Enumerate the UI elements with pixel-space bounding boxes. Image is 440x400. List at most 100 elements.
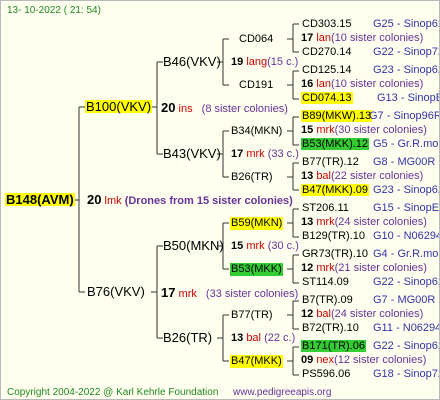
ancestor-row: ST206.11 G15 - SinopEgg86R	[301, 202, 439, 215]
drone-note: (24 sister colonies)	[331, 308, 424, 320]
grandparent-label[interactable]: B53(MKK).12	[301, 138, 370, 150]
root-queen-label[interactable]: B148(AVM)	[5, 193, 75, 206]
grandparent-code: G25 - Sinop62R	[373, 18, 439, 30]
pedigree-panel: { "header": {"date": "13- 10-2022 ( 21: …	[0, 0, 440, 400]
drone-abbr: lan	[316, 32, 331, 44]
drone-note: (30 sister colonies)	[334, 124, 427, 136]
drone-count: 16	[301, 78, 314, 90]
ancestor-row: B89(MKW).13 G7 - Sinop96R	[301, 110, 439, 123]
grandparent-label[interactable]: CD125.14	[301, 64, 353, 76]
ancestor-row: CD303.15 G25 - Sinop62R	[301, 18, 439, 31]
site-link[interactable]: www.pedigreeapis.org	[233, 386, 331, 399]
root-abbr: lmk	[104, 195, 122, 207]
queen-label[interactable]: B34(MKN)	[231, 125, 282, 138]
date-stamp: 13- 10-2022 ( 21: 54)	[7, 5, 101, 16]
drone-info: 13 bal(22 sister colonies)	[301, 170, 423, 183]
drone-info: 09 nex(12 sister colonies)	[301, 354, 426, 367]
queen-label[interactable]: B47(MKK)	[230, 355, 283, 368]
drone-info: 13 mrk(24 sister colonies)	[301, 216, 427, 229]
ancestor-row: CD270.14 G22 - Sinop72R	[301, 46, 439, 59]
drone-info: 17 mrk (33 c.)	[231, 148, 299, 161]
drone-abbr: bal	[316, 170, 331, 182]
drone-count: 12	[301, 308, 314, 320]
drone-count: 17	[301, 32, 314, 44]
drone-abbr: lan	[316, 78, 331, 90]
grandparent-label[interactable]: CD303.15	[301, 18, 353, 30]
root-count: 20	[87, 192, 102, 207]
grandparent-label[interactable]: CD074.13	[301, 92, 353, 104]
drone-abbr: mrk	[246, 148, 265, 160]
ancestor-row: B129(TR).10 G10 - N06294R	[301, 230, 439, 243]
ancestor-row: B77(TR).12 G8 - MG00R	[301, 156, 435, 169]
drone-info: 16 lan(10 sister colonies)	[301, 78, 423, 91]
drone-note: (33 sister colonies)	[205, 288, 299, 300]
drone-abbr: mrk	[246, 240, 265, 252]
grandparent-label[interactable]: B77(TR).12	[301, 156, 360, 168]
drone-note: (22 sister colonies)	[331, 170, 424, 182]
grandparent-label[interactable]: B47(MKK).09	[301, 184, 370, 196]
grandparent-label[interactable]: CD270.14	[301, 46, 353, 58]
drone-note: (10 sister colonies)	[331, 78, 424, 90]
queen-label[interactable]: B50(MKN)	[163, 239, 224, 252]
grandparent-code: G7 - MG00R	[373, 294, 436, 306]
queen-label[interactable]: CD191	[239, 79, 273, 92]
ancestor-row: GR73(TR).10 G4 - Gr.R.mounta	[301, 248, 439, 261]
copyright-text: Copyright 2004-2022 @ Karl Kehrle Founda…	[7, 387, 219, 398]
queen-label[interactable]: CD064	[239, 33, 273, 46]
drone-count: 13	[301, 216, 314, 228]
drone-abbr: ins	[178, 103, 193, 115]
drone-count: 13	[231, 332, 244, 344]
drone-count: 15	[231, 240, 244, 252]
drone-info: 15 mrk (30 c.)	[231, 240, 299, 253]
queen-label[interactable]: B76(VKV)	[87, 285, 145, 298]
grandparent-code: G13 - SinopEgg86R	[377, 92, 439, 104]
drone-abbr: mrk	[316, 262, 335, 274]
grandparent-code: G8 - MG00R	[373, 156, 436, 168]
drone-abbr: bal	[246, 332, 261, 344]
drone-abbr: mrk	[178, 288, 197, 300]
ancestor-row: B171(TR).06 G22 - Sinop62R	[301, 340, 439, 353]
queen-label[interactable]: B59(MKN)	[230, 217, 284, 230]
grandparent-label[interactable]: GR73(TR).10	[301, 248, 369, 260]
drone-info: 12 bal(24 sister colonies)	[301, 308, 423, 321]
drone-info: 12 mrk(21 sister colonies)	[301, 262, 427, 275]
drone-count: 09	[301, 354, 314, 366]
grandparent-label[interactable]: B129(TR).10	[301, 230, 366, 242]
grandparent-code: G18 - Sinop72R	[373, 368, 439, 380]
ancestor-row: CD074.13 G13 - SinopEgg86R	[301, 92, 439, 105]
grandparent-label[interactable]: B72(TR).10	[301, 322, 360, 334]
grandparent-label[interactable]: ST114.09	[301, 276, 350, 288]
queen-label[interactable]: B77(TR)	[231, 309, 273, 322]
queen-label[interactable]: B53(MKK)	[230, 263, 283, 276]
grandparent-label[interactable]: ST206.11	[301, 202, 350, 214]
ancestor-row: ST114.09 G22 - Sinop62R	[301, 276, 439, 289]
queen-label[interactable]: B43(VKV)	[163, 147, 221, 160]
drone-abbr: mrk	[316, 216, 335, 228]
grandparent-label[interactable]: B89(MKW).13	[301, 110, 373, 122]
drone-count: 17	[161, 285, 176, 300]
drone-note: (12 sister colonies)	[334, 354, 427, 366]
ancestor-row: B53(MKK).12G5 - Gr.R.mounta	[301, 138, 439, 151]
ancestor-row: CD125.14 G23 - Sinop62R	[301, 64, 439, 77]
drone-count: 19	[231, 56, 244, 68]
drone-abbr: nex	[316, 354, 335, 366]
drone-count: 12	[301, 262, 314, 274]
queen-label[interactable]: B100(VKV)	[85, 100, 153, 113]
grandparent-label[interactable]: PS596.06	[301, 368, 351, 380]
drone-note: (30 c.)	[267, 240, 299, 252]
drone-note: (24 sister colonies)	[334, 216, 427, 228]
grandparent-code: G4 - Gr.R.mounta	[373, 248, 439, 260]
drone-info: 20 ins (8 sister colonies)	[161, 101, 288, 116]
queen-label[interactable]: B26(TR)	[163, 331, 212, 344]
drone-abbr: bal	[316, 308, 331, 320]
grandparent-code: G23 - Sinop62R	[373, 184, 439, 196]
grandparent-code: G22 - Sinop62R	[373, 340, 439, 352]
drone-count: 13	[301, 170, 314, 182]
queen-label[interactable]: B26(TR)	[231, 171, 273, 184]
drone-info: 15 mrk(30 sister colonies)	[301, 124, 427, 137]
grandparent-label[interactable]: B171(TR).06	[301, 340, 366, 352]
drone-note: (33 c.)	[267, 148, 299, 160]
queen-label[interactable]: B46(VKV)	[163, 55, 221, 68]
root-drone-info: 20 lmk (Drones from 15 sister colonies)	[87, 193, 293, 208]
grandparent-label[interactable]: B7(TR).09	[301, 294, 354, 306]
